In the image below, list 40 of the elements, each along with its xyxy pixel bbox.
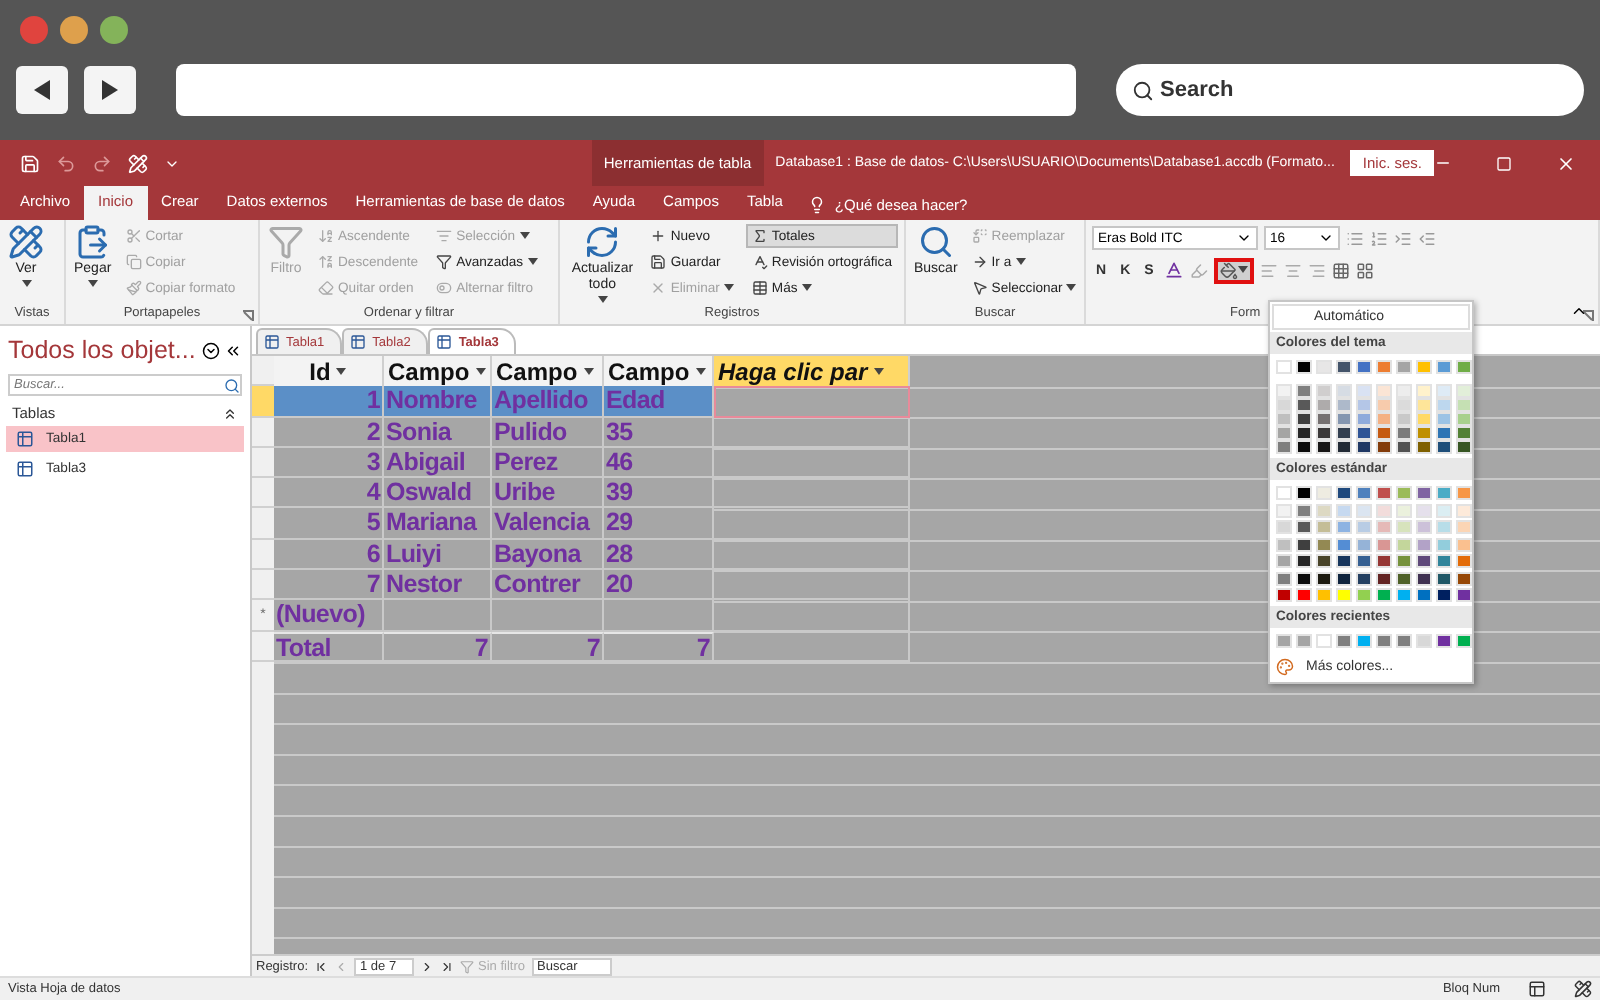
table-cell: 7	[604, 631, 714, 662]
table-cell: Valencia	[492, 508, 604, 540]
column-header[interactable]: Haga clic par	[714, 356, 910, 387]
table-cell: 35	[604, 417, 714, 448]
table-cell: Nestor	[384, 570, 492, 601]
table-cell: 7	[274, 570, 384, 601]
column-header[interactable]: Id	[274, 356, 384, 387]
table-cell: 3	[274, 447, 384, 479]
table-cell: 4	[274, 478, 384, 509]
table-cell: Sonia	[384, 417, 492, 448]
column-header[interactable]: Campo	[384, 356, 492, 387]
table-cell: Nombre	[384, 386, 492, 418]
table-cell: 7	[384, 631, 492, 662]
table-cell: 46	[604, 447, 714, 479]
table-cell: 6	[274, 539, 384, 571]
table-cell: 29	[604, 508, 714, 540]
table-cell: 7	[492, 631, 604, 662]
table-cell: Mariana	[384, 508, 492, 540]
table-cell: Uribe	[492, 478, 604, 509]
table-cell: Luiyi	[384, 539, 492, 571]
search-field[interactable]: Search	[1116, 64, 1584, 116]
table-cell: Edad	[604, 386, 714, 418]
table-cell: (Nuevo)	[274, 600, 384, 632]
table-cell: Perez	[492, 447, 604, 479]
table-cell: Total	[274, 631, 384, 662]
table-cell: Oswald	[384, 478, 492, 509]
table-cell: 28	[604, 539, 714, 571]
column-header[interactable]: Campo	[492, 356, 604, 387]
table-cell: 1	[274, 386, 384, 418]
table-cell: Apellido	[492, 386, 604, 418]
table-cell: 20	[604, 570, 714, 601]
table-cell: 39	[604, 478, 714, 509]
table-cell: Contrer	[492, 570, 604, 601]
table-cell: Abigail	[384, 447, 492, 479]
pane-title: Todos los objet...	[8, 334, 196, 366]
table-cell: 2	[274, 417, 384, 448]
table-cell: Pulido	[492, 417, 604, 448]
column-header[interactable]: Campo	[604, 356, 714, 387]
table-cell: 5	[274, 508, 384, 540]
table-cell: Bayona	[492, 539, 604, 571]
